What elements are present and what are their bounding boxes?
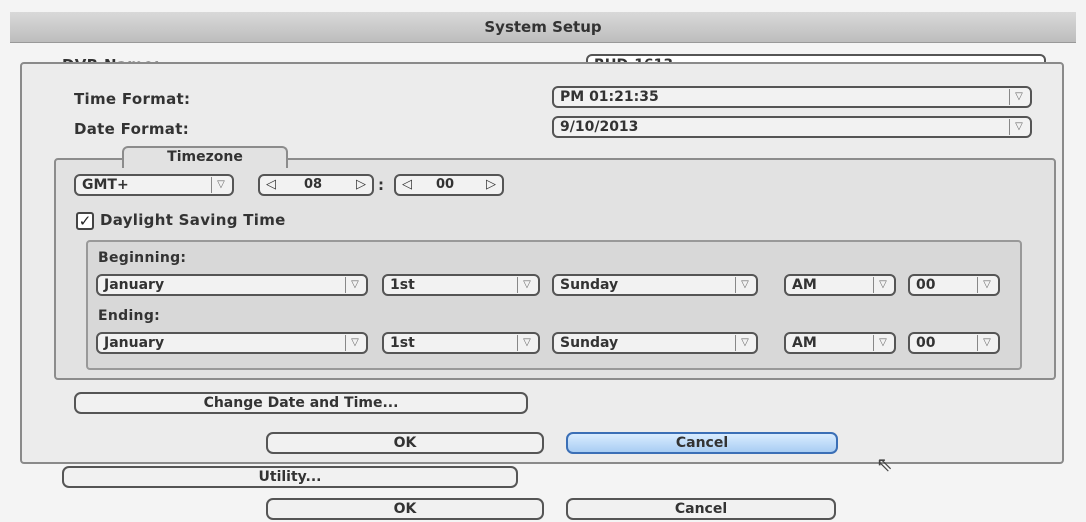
ending-ampm-value: AM: [792, 335, 817, 351]
chevron-down-icon[interactable]: ▽: [345, 277, 364, 293]
ending-week-select[interactable]: 1st ▽: [382, 332, 540, 354]
timezone-hours-spinner[interactable]: ◁ 08 ▷: [258, 174, 374, 196]
timezone-minutes-spinner[interactable]: ◁ 00 ▷: [394, 174, 504, 196]
ending-day-value: Sunday: [560, 335, 619, 351]
beginning-week-value: 1st: [390, 277, 415, 293]
timezone-separator: :: [378, 176, 385, 194]
chevron-down-icon[interactable]: ▽: [977, 335, 996, 351]
chevron-down-icon[interactable]: ▽: [873, 277, 892, 293]
checkmark-icon: ✓: [78, 212, 92, 230]
outer-cancel-button[interactable]: Cancel: [566, 498, 836, 520]
time-format-select[interactable]: PM 01:21:35 ▽: [552, 86, 1032, 108]
chevron-down-icon[interactable]: ▽: [517, 335, 536, 351]
time-format-value: PM 01:21:35: [560, 89, 659, 105]
window-title-bar: System Setup: [10, 12, 1076, 43]
ending-ampm-select[interactable]: AM ▽: [784, 332, 896, 354]
dst-checkbox[interactable]: ✓: [76, 212, 94, 230]
beginning-week-select[interactable]: 1st ▽: [382, 274, 540, 296]
arrow-right-icon[interactable]: ▷: [356, 176, 366, 194]
ending-month-value: January: [104, 335, 165, 351]
beginning-ampm-value: AM: [792, 277, 817, 293]
beginning-ampm-select[interactable]: AM ▽: [784, 274, 896, 296]
beginning-label: Beginning:: [98, 250, 187, 266]
arrow-left-icon[interactable]: ◁: [266, 176, 276, 194]
chevron-down-icon[interactable]: ▽: [345, 335, 364, 351]
beginning-hour-select[interactable]: 00 ▽: [908, 274, 1000, 296]
ok-button[interactable]: OK: [266, 432, 544, 454]
ending-week-value: 1st: [390, 335, 415, 351]
change-date-time-button[interactable]: Change Date and Time...: [74, 392, 528, 414]
ending-month-select[interactable]: January ▽: [96, 332, 368, 354]
cancel-button[interactable]: Cancel: [566, 432, 838, 454]
gmt-value: GMT+: [82, 177, 129, 193]
arrow-right-icon[interactable]: ▷: [486, 176, 496, 194]
tab-timezone[interactable]: Timezone: [122, 146, 288, 168]
ending-hour-value: 00: [916, 335, 936, 351]
beginning-day-select[interactable]: Sunday ▽: [552, 274, 758, 296]
chevron-down-icon[interactable]: ▽: [735, 335, 754, 351]
date-format-select[interactable]: 9/10/2013 ▽: [552, 116, 1032, 138]
date-format-label: Date Format:: [74, 120, 190, 138]
chevron-down-icon[interactable]: ▽: [873, 335, 892, 351]
beginning-month-value: January: [104, 277, 165, 293]
ending-hour-select[interactable]: 00 ▽: [908, 332, 1000, 354]
beginning-month-select[interactable]: January ▽: [96, 274, 368, 296]
chevron-down-icon[interactable]: ▽: [977, 277, 996, 293]
arrow-left-icon[interactable]: ◁: [402, 176, 412, 194]
utility-button[interactable]: Utility...: [62, 466, 518, 488]
timezone-hours-value: 08: [304, 177, 323, 192]
chevron-down-icon[interactable]: ▽: [1009, 119, 1028, 135]
window-title: System Setup: [484, 18, 602, 36]
beginning-day-value: Sunday: [560, 277, 619, 293]
date-format-value: 9/10/2013: [560, 119, 639, 135]
chevron-down-icon[interactable]: ▽: [1009, 89, 1028, 105]
beginning-hour-value: 00: [916, 277, 936, 293]
ending-day-select[interactable]: Sunday ▽: [552, 332, 758, 354]
outer-ok-button[interactable]: OK: [266, 498, 544, 520]
chevron-down-icon[interactable]: ▽: [735, 277, 754, 293]
chevron-down-icon[interactable]: ▽: [517, 277, 536, 293]
ending-label: Ending:: [98, 308, 161, 324]
mouse-pointer-icon: ⇖: [876, 452, 893, 476]
gmt-select[interactable]: GMT+ ▽: [74, 174, 234, 196]
dst-label: Daylight Saving Time: [100, 211, 286, 229]
chevron-down-icon[interactable]: ▽: [211, 177, 230, 193]
timezone-minutes-value: 00: [436, 177, 455, 192]
time-format-label: Time Format:: [74, 90, 191, 108]
